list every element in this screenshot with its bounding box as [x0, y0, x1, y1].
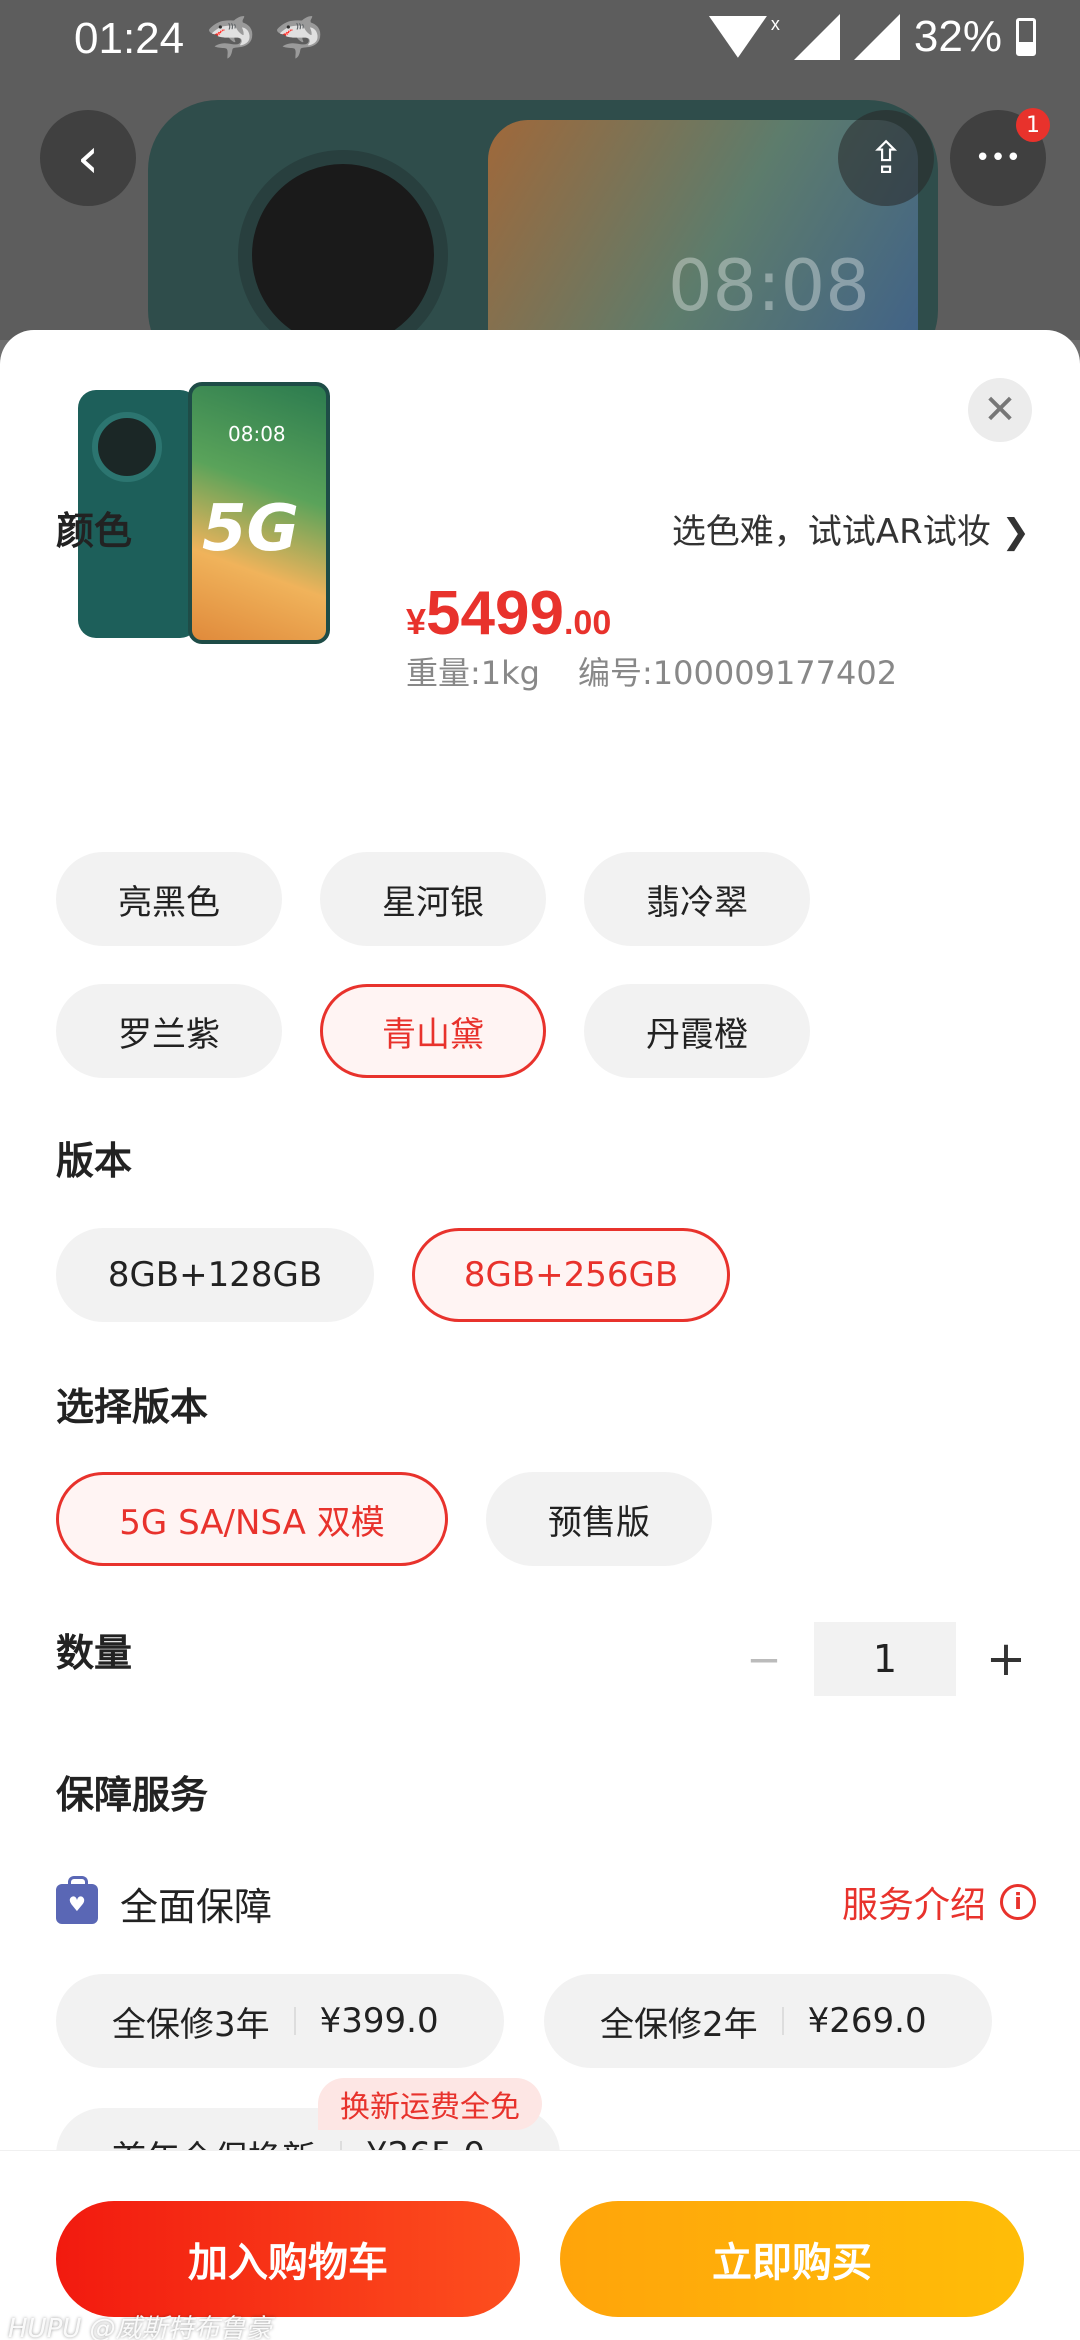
guarantee-label: 全面保障: [120, 1885, 273, 1929]
plan-price: ¥399.0: [319, 2001, 439, 2041]
shield-bag-icon: ♥: [56, 1875, 98, 1924]
service-intro-link[interactable]: 服务介绍 i: [842, 1876, 1036, 1928]
cellular-signal-icon: [793, 14, 840, 60]
shark-notification-icon: 🦈: [274, 15, 324, 61]
more-icon: •••: [974, 143, 1021, 173]
thumbnail-5g-label: 5G: [202, 492, 300, 566]
color-option[interactable]: 翡冷翠: [584, 852, 810, 946]
back-arrow-icon: ‹: [76, 125, 100, 191]
status-bar: 01:24 🦈 🦈 x 32%: [0, 0, 1080, 80]
battery-percent: 32%: [913, 12, 1002, 61]
battery-icon: [1016, 18, 1036, 56]
cart-count-badge: 1: [1016, 108, 1050, 142]
price-integer: 5499: [426, 579, 564, 648]
plan-divider: [781, 2007, 784, 2035]
add-to-cart-button[interactable]: 加入购物车: [56, 2201, 520, 2317]
color-option[interactable]: 罗兰紫: [56, 984, 282, 1078]
cellular-signal-icon: [853, 14, 900, 60]
hero-phone-image: 08:08: [148, 100, 938, 340]
guarantee-row: ♥ 全面保障: [56, 1875, 273, 1931]
quantity-section-title: 数量: [56, 1631, 133, 1675]
color-option-selected[interactable]: 青山黛: [320, 984, 546, 1078]
edition-option-selected[interactable]: 8GB+256GB: [412, 1228, 730, 1322]
color-option[interactable]: 星河银: [320, 852, 546, 946]
color-option[interactable]: 丹霞橙: [584, 984, 810, 1078]
info-icon: i: [1000, 1884, 1036, 1920]
product-meta: 重量:1kg 编号:100009177402: [406, 648, 897, 694]
hero-clock: 08:08: [668, 245, 870, 327]
color-option[interactable]: 亮黑色: [56, 852, 282, 946]
variant-section-title: 选择版本: [56, 1385, 209, 1429]
thumbnail-camera: [92, 412, 162, 482]
quantity-stepper: − 1 +: [734, 1622, 1036, 1696]
quantity-value[interactable]: 1: [814, 1622, 956, 1696]
product-sku: 编号:100009177402: [578, 654, 898, 692]
product-weight: 重量:1kg: [406, 654, 540, 692]
color-section-title: 颜色: [56, 509, 133, 553]
service-section-title: 保障服务: [56, 1773, 209, 1817]
service-plan-option[interactable]: 全保修2年 ¥269.0: [544, 1974, 992, 2068]
variant-option[interactable]: 预售版: [486, 1472, 712, 1566]
plan-name: 全保修3年: [112, 2004, 270, 2045]
service-intro-label: 服务介绍: [841, 1885, 986, 1926]
shark-notification-icon: 🦈: [206, 15, 256, 61]
close-button[interactable]: ✕: [968, 378, 1032, 442]
back-button[interactable]: ‹: [40, 110, 136, 206]
thumbnail-clock: 08:08: [228, 422, 286, 446]
edition-option[interactable]: 8GB+128GB: [56, 1228, 374, 1322]
plan-divider: [293, 2007, 296, 2035]
buy-now-button[interactable]: 立即购买: [560, 2201, 1024, 2317]
edition-section-title: 版本: [56, 1139, 133, 1183]
plan-price: ¥269.0: [807, 2001, 927, 2041]
watermark: HUPU @威斯特布鲁豪: [8, 2314, 272, 2340]
price-decimal: .00: [563, 604, 612, 642]
increment-button[interactable]: +: [976, 1631, 1036, 1687]
wifi-icon: [709, 16, 767, 58]
decrement-button[interactable]: −: [734, 1635, 794, 1684]
plan-name: 全保修2年: [600, 2004, 758, 2045]
product-price: ¥5499.00: [406, 578, 611, 649]
price-currency: ¥: [406, 601, 427, 642]
share-button[interactable]: ⇪: [838, 110, 934, 206]
hero-camera-module: [238, 150, 448, 340]
no-data-mark: x: [770, 13, 780, 34]
share-icon: ⇪: [867, 132, 905, 184]
more-button[interactable]: ••• 1: [950, 108, 1050, 206]
ar-try-on-link[interactable]: 选色难，试试AR试妆 ❯: [672, 504, 1030, 553]
promo-tag: 换新运费全免: [318, 2078, 542, 2130]
status-time: 01:24: [74, 14, 185, 63]
service-plan-option[interactable]: 全保修3年 ¥399.0: [56, 1974, 504, 2068]
variant-option-selected[interactable]: 5G SA/NSA 双模: [56, 1472, 448, 1566]
close-icon: ✕: [983, 387, 1017, 433]
